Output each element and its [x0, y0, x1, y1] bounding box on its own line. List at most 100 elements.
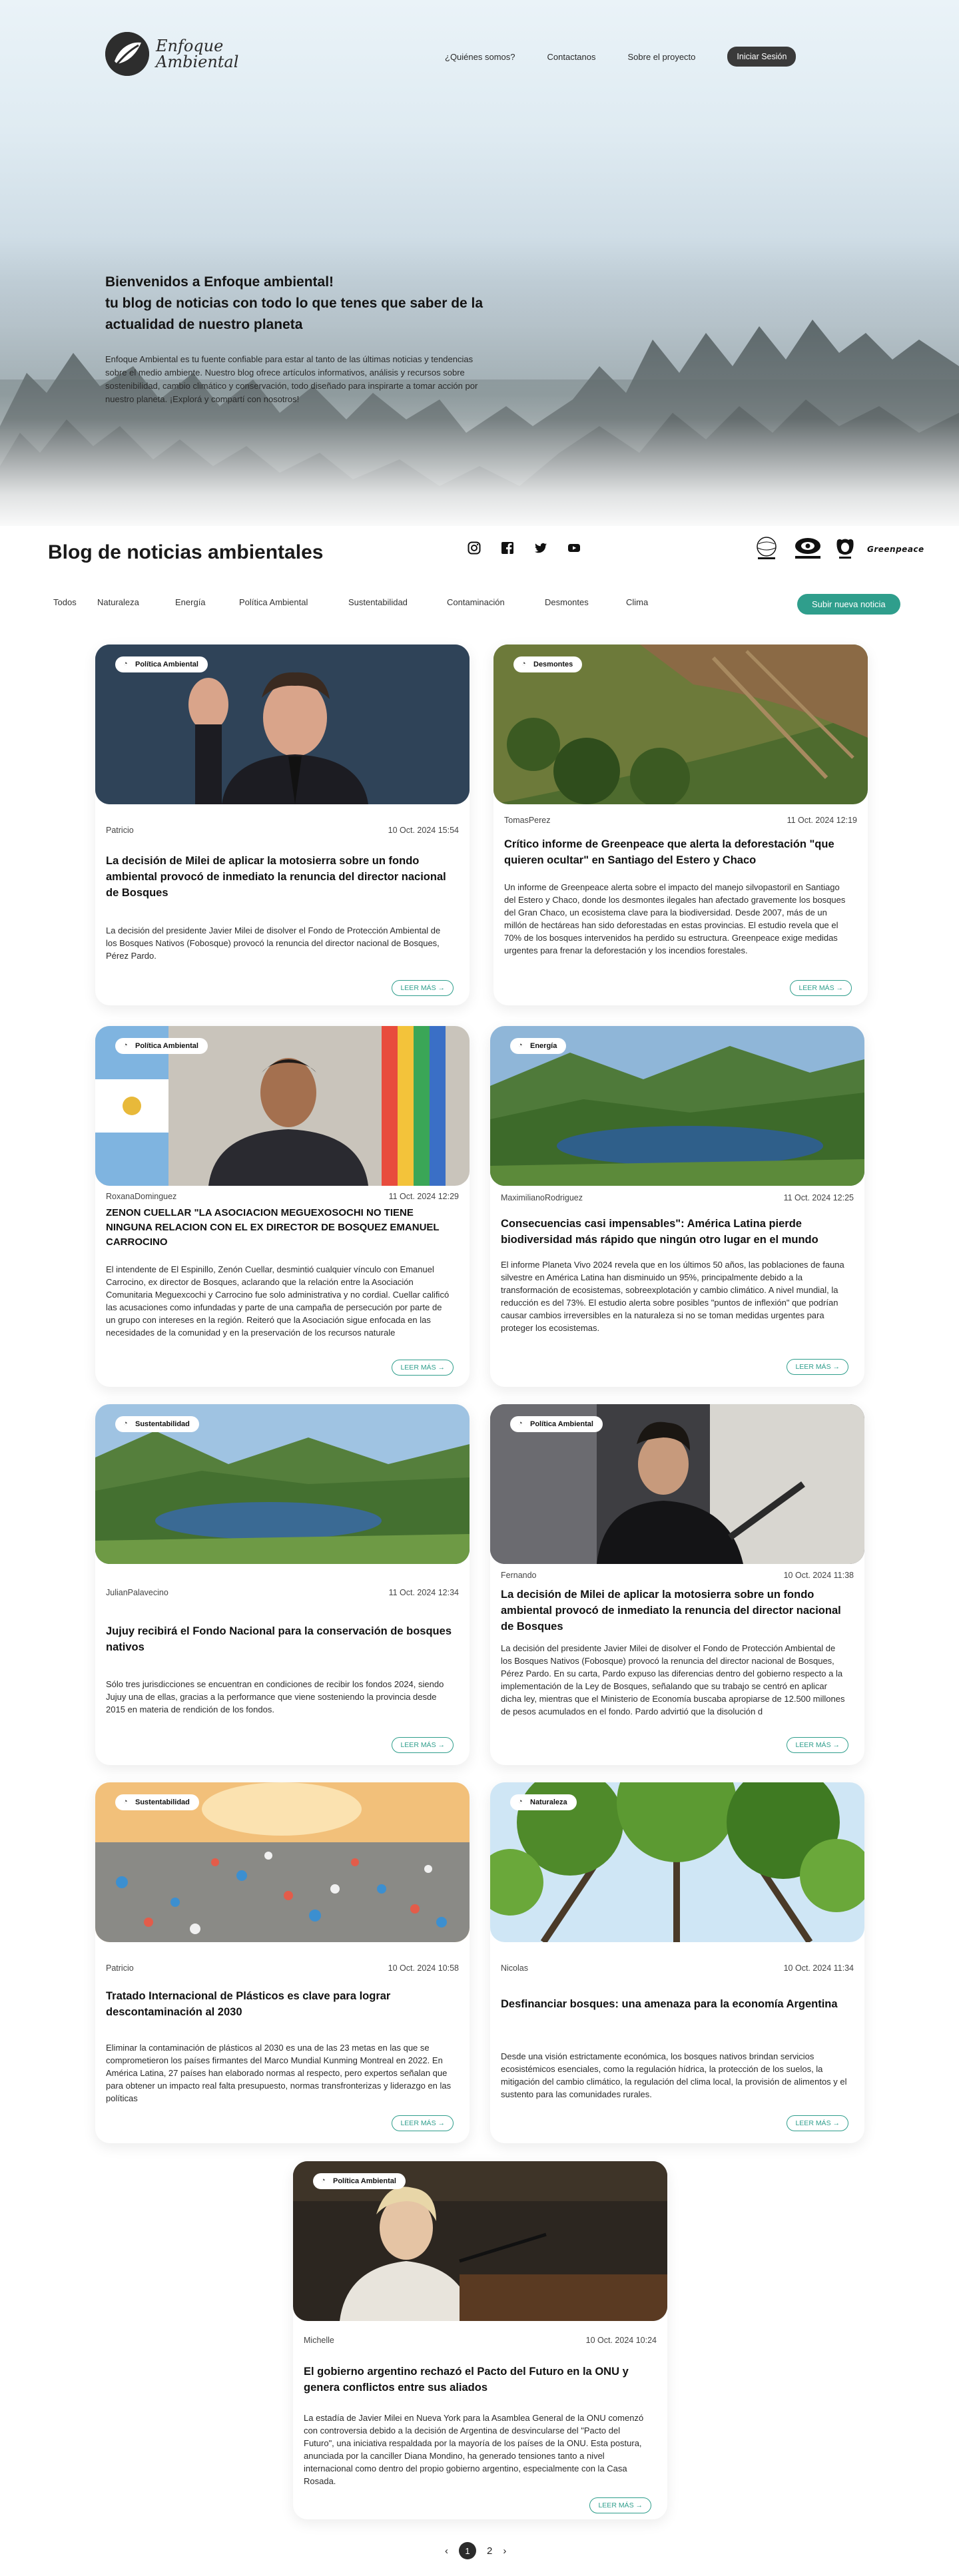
- post-excerpt: La decisión del presidente Javier Milei …: [106, 925, 441, 961]
- leaf-logo-icon: [105, 32, 149, 76]
- category-badge[interactable]: Sustentabilidad: [115, 1416, 199, 1432]
- nav-link-about[interactable]: ¿Quiénes somos?: [445, 52, 515, 62]
- post-author: Nicolas: [501, 1963, 528, 1973]
- category-badge[interactable]: Energía: [510, 1038, 567, 1054]
- post-date: 10 Oct. 2024 11:34: [783, 1963, 854, 1973]
- post-meta: Nicolas 10 Oct. 2024 11:34: [501, 1963, 854, 1973]
- post-title[interactable]: Consecuencias casi impensables": América…: [501, 1216, 848, 1248]
- category-badge[interactable]: Política Ambiental: [115, 1038, 208, 1054]
- category-badge[interactable]: Política Ambiental: [313, 2173, 406, 2189]
- post-excerpt: Desde una visión estrictamente económica…: [501, 2051, 847, 2099]
- filter-all[interactable]: Todos: [53, 597, 97, 607]
- post-date: 10 Oct. 2024 11:38: [783, 1571, 854, 1580]
- post-date: 11 Oct. 2024 12:34: [388, 1588, 459, 1597]
- greenpeace-logo: Greenpeace: [867, 545, 924, 554]
- post-date: 11 Oct. 2024 12:29: [388, 1192, 459, 1201]
- twitter-icon[interactable]: [534, 541, 547, 555]
- news-card[interactable]: Sustentabilidad JulianPalavecino 11 Oct.…: [95, 1404, 470, 1765]
- social-links: [468, 541, 581, 555]
- post-date: 10 Oct. 2024 10:24: [585, 2336, 657, 2345]
- news-card[interactable]: Política Ambiental RoxanaDominguez 11 Oc…: [95, 1026, 470, 1387]
- post-author: JulianPalavecino: [106, 1588, 168, 1597]
- read-more-button[interactable]: LEER MÁS →: [392, 980, 454, 996]
- youtube-icon[interactable]: [567, 541, 581, 555]
- nav-link-project[interactable]: Sobre el proyecto: [628, 52, 696, 62]
- post-title[interactable]: Desfinanciar bosques: una amenaza para l…: [501, 1996, 848, 2012]
- filter-sustentabilidad[interactable]: Sustentabilidad: [348, 597, 447, 607]
- post-excerpt: Eliminar la contaminación de plásticos a…: [106, 2043, 452, 2103]
- read-more-button[interactable]: LEER MÁS →: [392, 1360, 454, 1376]
- post-date: 10 Oct. 2024 15:54: [388, 826, 459, 835]
- post-meta: Patricio 10 Oct. 2024 10:58: [106, 1963, 459, 1973]
- category-badge[interactable]: Naturaleza: [510, 1794, 577, 1810]
- facebook-icon[interactable]: [501, 541, 514, 555]
- category-badge[interactable]: Política Ambiental: [510, 1416, 603, 1432]
- earth-logo-icon: [753, 536, 781, 563]
- post-title[interactable]: Tratado Internacional de Plásticos es cl…: [106, 1988, 454, 2020]
- category-badge[interactable]: Sustentabilidad: [115, 1794, 199, 1810]
- post-meta: RoxanaDominguez 11 Oct. 2024 12:29: [106, 1192, 459, 1201]
- news-card[interactable]: Energía MaximilianoRodriguez 11 Oct. 202…: [490, 1026, 864, 1387]
- instagram-icon[interactable]: [468, 541, 481, 555]
- page-2-button[interactable]: 2: [487, 2545, 492, 2557]
- hero-title-line2: tu blog de noticias con todo lo que tene…: [105, 296, 483, 332]
- read-more-button[interactable]: LEER MÁS →: [790, 980, 852, 996]
- post-excerpt: Un informe de Greenpeace alerta sobre el…: [504, 882, 846, 955]
- read-more-button[interactable]: LEER MÁS →: [787, 2115, 848, 2131]
- post-meta: Patricio 10 Oct. 2024 15:54: [106, 826, 459, 835]
- partner-logos: Greenpeace: [753, 536, 924, 563]
- post-meta: Fernando 10 Oct. 2024 11:38: [501, 1571, 854, 1580]
- news-card[interactable]: Naturaleza Nicolas 10 Oct. 2024 11:34 De…: [490, 1782, 864, 2143]
- hero-title-line1: Bienvenidos a Enfoque ambiental!: [105, 274, 334, 290]
- category-badge[interactable]: Desmontes: [513, 656, 583, 672]
- post-title[interactable]: ZENON CUELLAR "LA ASOCIACION MEGUEXOSOCH…: [106, 1206, 454, 1250]
- prev-page-button[interactable]: ‹: [445, 2545, 448, 2557]
- filter-desmontes[interactable]: Desmontes: [545, 597, 626, 607]
- vida-silvestre-logo: [793, 537, 823, 562]
- post-title[interactable]: La decisión de Milei de aplicar la motos…: [501, 1587, 848, 1635]
- read-more-button[interactable]: LEER MÁS →: [392, 1737, 454, 1753]
- post-author: Fernando: [501, 1571, 537, 1580]
- login-button[interactable]: Iniciar Sesión: [727, 47, 797, 67]
- brand-logo[interactable]: Enfoque Ambiental: [105, 32, 238, 76]
- read-more-button[interactable]: LEER MÁS →: [392, 2115, 454, 2131]
- post-excerpt: El intendente de El Espinillo, Zenón Cue…: [106, 1264, 450, 1338]
- post-title[interactable]: La decisión de Milei de aplicar la motos…: [106, 853, 454, 901]
- post-title[interactable]: El gobierno argentino rechazó el Pacto d…: [304, 2364, 651, 2396]
- pagination: ‹ 1 2 ›: [445, 2542, 506, 2559]
- filter-contaminacion[interactable]: Contaminación: [447, 597, 545, 607]
- filter-energia[interactable]: Energía: [175, 597, 239, 607]
- post-meta: TomasPerez 11 Oct. 2024 12:19: [504, 816, 857, 825]
- filter-clima[interactable]: Clima: [626, 597, 666, 607]
- page-1-button[interactable]: 1: [459, 2542, 476, 2559]
- news-card[interactable]: Sustentabilidad Patricio 10 Oct. 2024 10…: [95, 1782, 470, 2143]
- brand-name-line2: Ambiental: [156, 53, 239, 71]
- brand-name-line1: Enfoque: [156, 37, 224, 55]
- post-meta: Michelle 10 Oct. 2024 10:24: [304, 2336, 657, 2345]
- post-title[interactable]: Crítico informe de Greenpeace que alerta…: [504, 836, 852, 868]
- post-date: 10 Oct. 2024 10:58: [388, 1963, 459, 1973]
- news-card[interactable]: Política Ambiental Patricio 10 Oct. 2024…: [95, 644, 470, 1005]
- blog-title: Blog de noticias ambientales: [48, 541, 324, 563]
- read-more-button[interactable]: LEER MÁS →: [787, 1359, 848, 1375]
- post-excerpt: La decisión del presidente Javier Milei …: [501, 1643, 845, 1716]
- read-more-button[interactable]: LEER MÁS →: [787, 1737, 848, 1753]
- submit-news-button[interactable]: Subir nueva noticia: [797, 594, 900, 615]
- post-date: 11 Oct. 2024 12:25: [783, 1193, 854, 1202]
- nav-link-contact[interactable]: Contactanos: [547, 52, 596, 62]
- post-meta: JulianPalavecino 11 Oct. 2024 12:34: [106, 1588, 459, 1597]
- post-title[interactable]: Jujuy recibirá el Fondo Nacional para la…: [106, 1623, 454, 1655]
- read-more-button[interactable]: LEER MÁS →: [589, 2497, 651, 2513]
- post-excerpt: El informe Planeta Vivo 2024 revela que …: [501, 1260, 844, 1333]
- post-author: Michelle: [304, 2336, 334, 2345]
- news-card[interactable]: Política Ambiental Fernando 10 Oct. 2024…: [490, 1404, 864, 1765]
- category-badge[interactable]: Política Ambiental: [115, 656, 208, 672]
- post-date: 11 Oct. 2024 12:19: [787, 816, 857, 825]
- next-page-button[interactable]: ›: [503, 2545, 506, 2557]
- news-card[interactable]: Política Ambiental Michelle 10 Oct. 2024…: [293, 2161, 667, 2519]
- hero-title: Bienvenidos a Enfoque ambiental! tu blog…: [105, 272, 505, 336]
- filter-naturaleza[interactable]: Naturaleza: [97, 597, 175, 607]
- filter-politica-ambiental[interactable]: Política Ambiental: [239, 597, 348, 607]
- news-card[interactable]: Desmontes TomasPerez 11 Oct. 2024 12:19 …: [493, 644, 868, 1005]
- hero-description: Enfoque Ambiental es tu fuente confiable…: [105, 354, 478, 404]
